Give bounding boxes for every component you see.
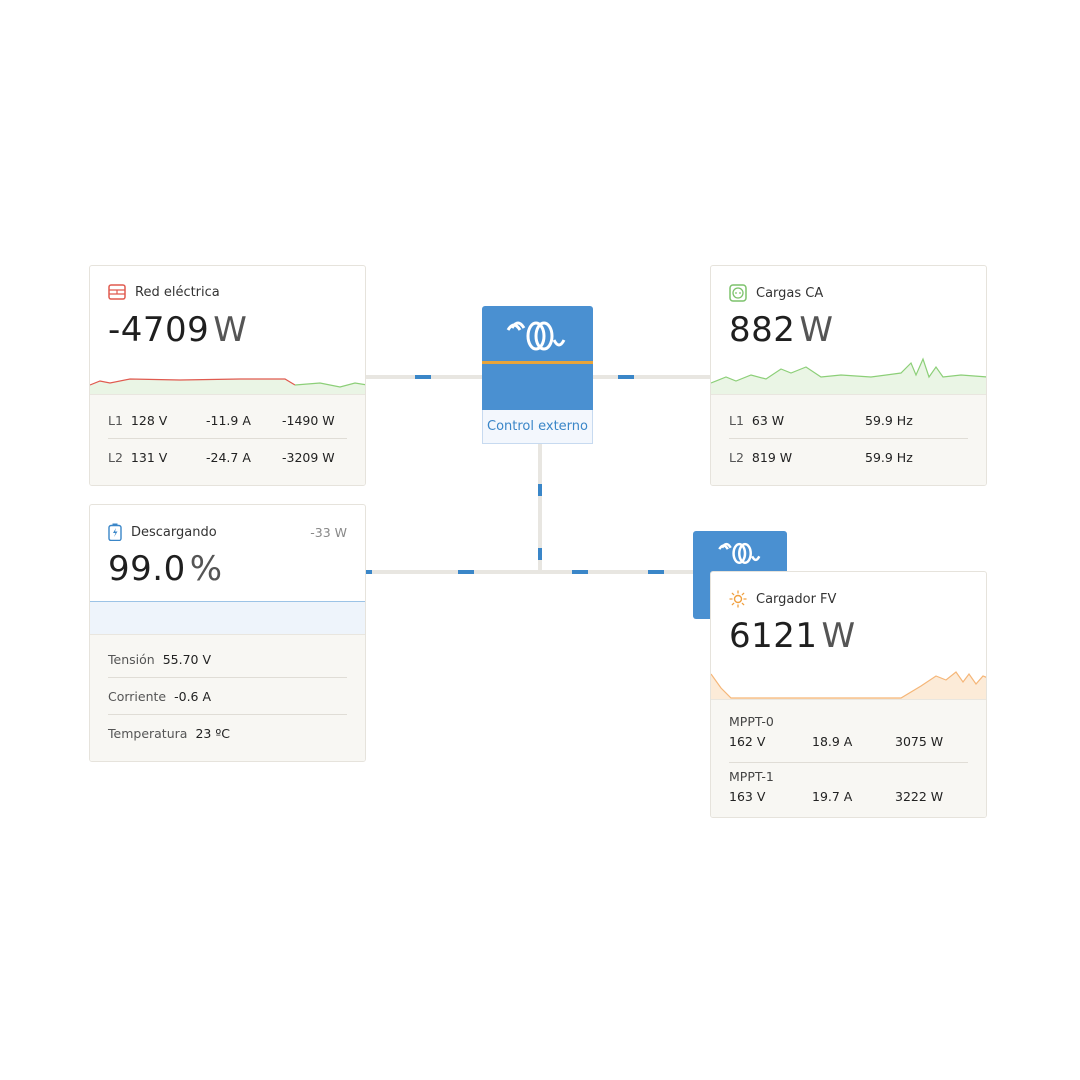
flow-dot <box>538 548 542 560</box>
loads-details: L1 63 W 59.9 Hz L2 819 W 59.9 Hz <box>711 394 986 485</box>
flow-dot <box>538 484 542 496</box>
victron-logo-icon <box>506 321 566 351</box>
battery-soc: 99.0% <box>108 549 223 589</box>
inverter-box[interactable]: Control externo <box>482 306 593 444</box>
battery-card[interactable]: Descargando -33 W 99.0% Tensión 55.70 V C… <box>89 504 366 762</box>
battery-power: -33 W <box>310 525 347 540</box>
loads-phase-row: L1 63 W 59.9 Hz <box>729 402 968 439</box>
loads-phase-row: L2 819 W 59.9 Hz <box>729 449 913 465</box>
mppt-block: MPPT-1 163 V 19.7 A 3222 W <box>729 769 944 804</box>
pv-title: Cargador FV <box>756 591 837 607</box>
grid-card[interactable]: Red eléctrica -4709 W L1 128 V -11.9 A -14… <box>89 265 366 486</box>
loads-sparkline <box>711 357 986 395</box>
grid-phase-row: L2 131 V -24.7 A -3209 W <box>108 449 335 465</box>
battery-details: Tensión 55.70 V Corriente -0.6 A Temperatu… <box>90 634 365 761</box>
battery-soc-bar <box>90 601 365 636</box>
pv-card[interactable]: Cargador FV 6121 W MPPT-0 162 V 18.9 A 30… <box>710 571 987 818</box>
grid-title: Red eléctrica <box>135 284 220 300</box>
inverter-mode-label: Control externo <box>482 410 593 444</box>
loads-power: 882 W <box>729 310 834 350</box>
grid-details: L1 128 V -11.9 A -1490 W L2 131 V -24.7 A … <box>90 394 365 485</box>
pv-details: MPPT-0 162 V 18.9 A 3075 W MPPT-1 163 V … <box>711 699 986 817</box>
battery-title: Descargando <box>131 524 217 540</box>
battery-icon <box>108 523 122 541</box>
grid-phase-row: L1 128 V -11.9 A -1490 W <box>108 402 347 439</box>
flow-dot <box>415 375 431 379</box>
wire-inverter-loads <box>593 375 711 379</box>
outlet-icon <box>729 284 747 302</box>
loads-card[interactable]: Cargas CA 882 W L1 63 W 59.9 Hz L2 819 W 59… <box>710 265 987 486</box>
flow-dot <box>648 570 664 574</box>
pv-power: 6121 W <box>729 616 856 656</box>
flow-dot <box>618 375 634 379</box>
grid-sparkline <box>90 378 365 395</box>
battery-row: Corriente -0.6 A <box>108 678 347 715</box>
sun-icon <box>729 590 747 608</box>
flow-dot <box>458 570 474 574</box>
battery-row: Tensión 55.70 V <box>108 641 347 678</box>
loads-title: Cargas CA <box>756 285 824 301</box>
mppt-name: MPPT-0 <box>729 714 774 729</box>
victron-logo-icon <box>718 542 761 564</box>
inverter-stripe <box>482 361 593 364</box>
battery-row: Temperatura 23 ºC <box>108 725 230 741</box>
mppt-name: MPPT-1 <box>729 769 774 784</box>
wire-dc-bus <box>366 570 696 574</box>
mppt-block: MPPT-0 162 V 18.9 A 3075 W <box>729 714 968 763</box>
flow-dot <box>366 570 372 574</box>
flow-dot <box>572 570 588 574</box>
grid-icon <box>108 284 126 300</box>
pv-sparkline <box>711 671 986 700</box>
